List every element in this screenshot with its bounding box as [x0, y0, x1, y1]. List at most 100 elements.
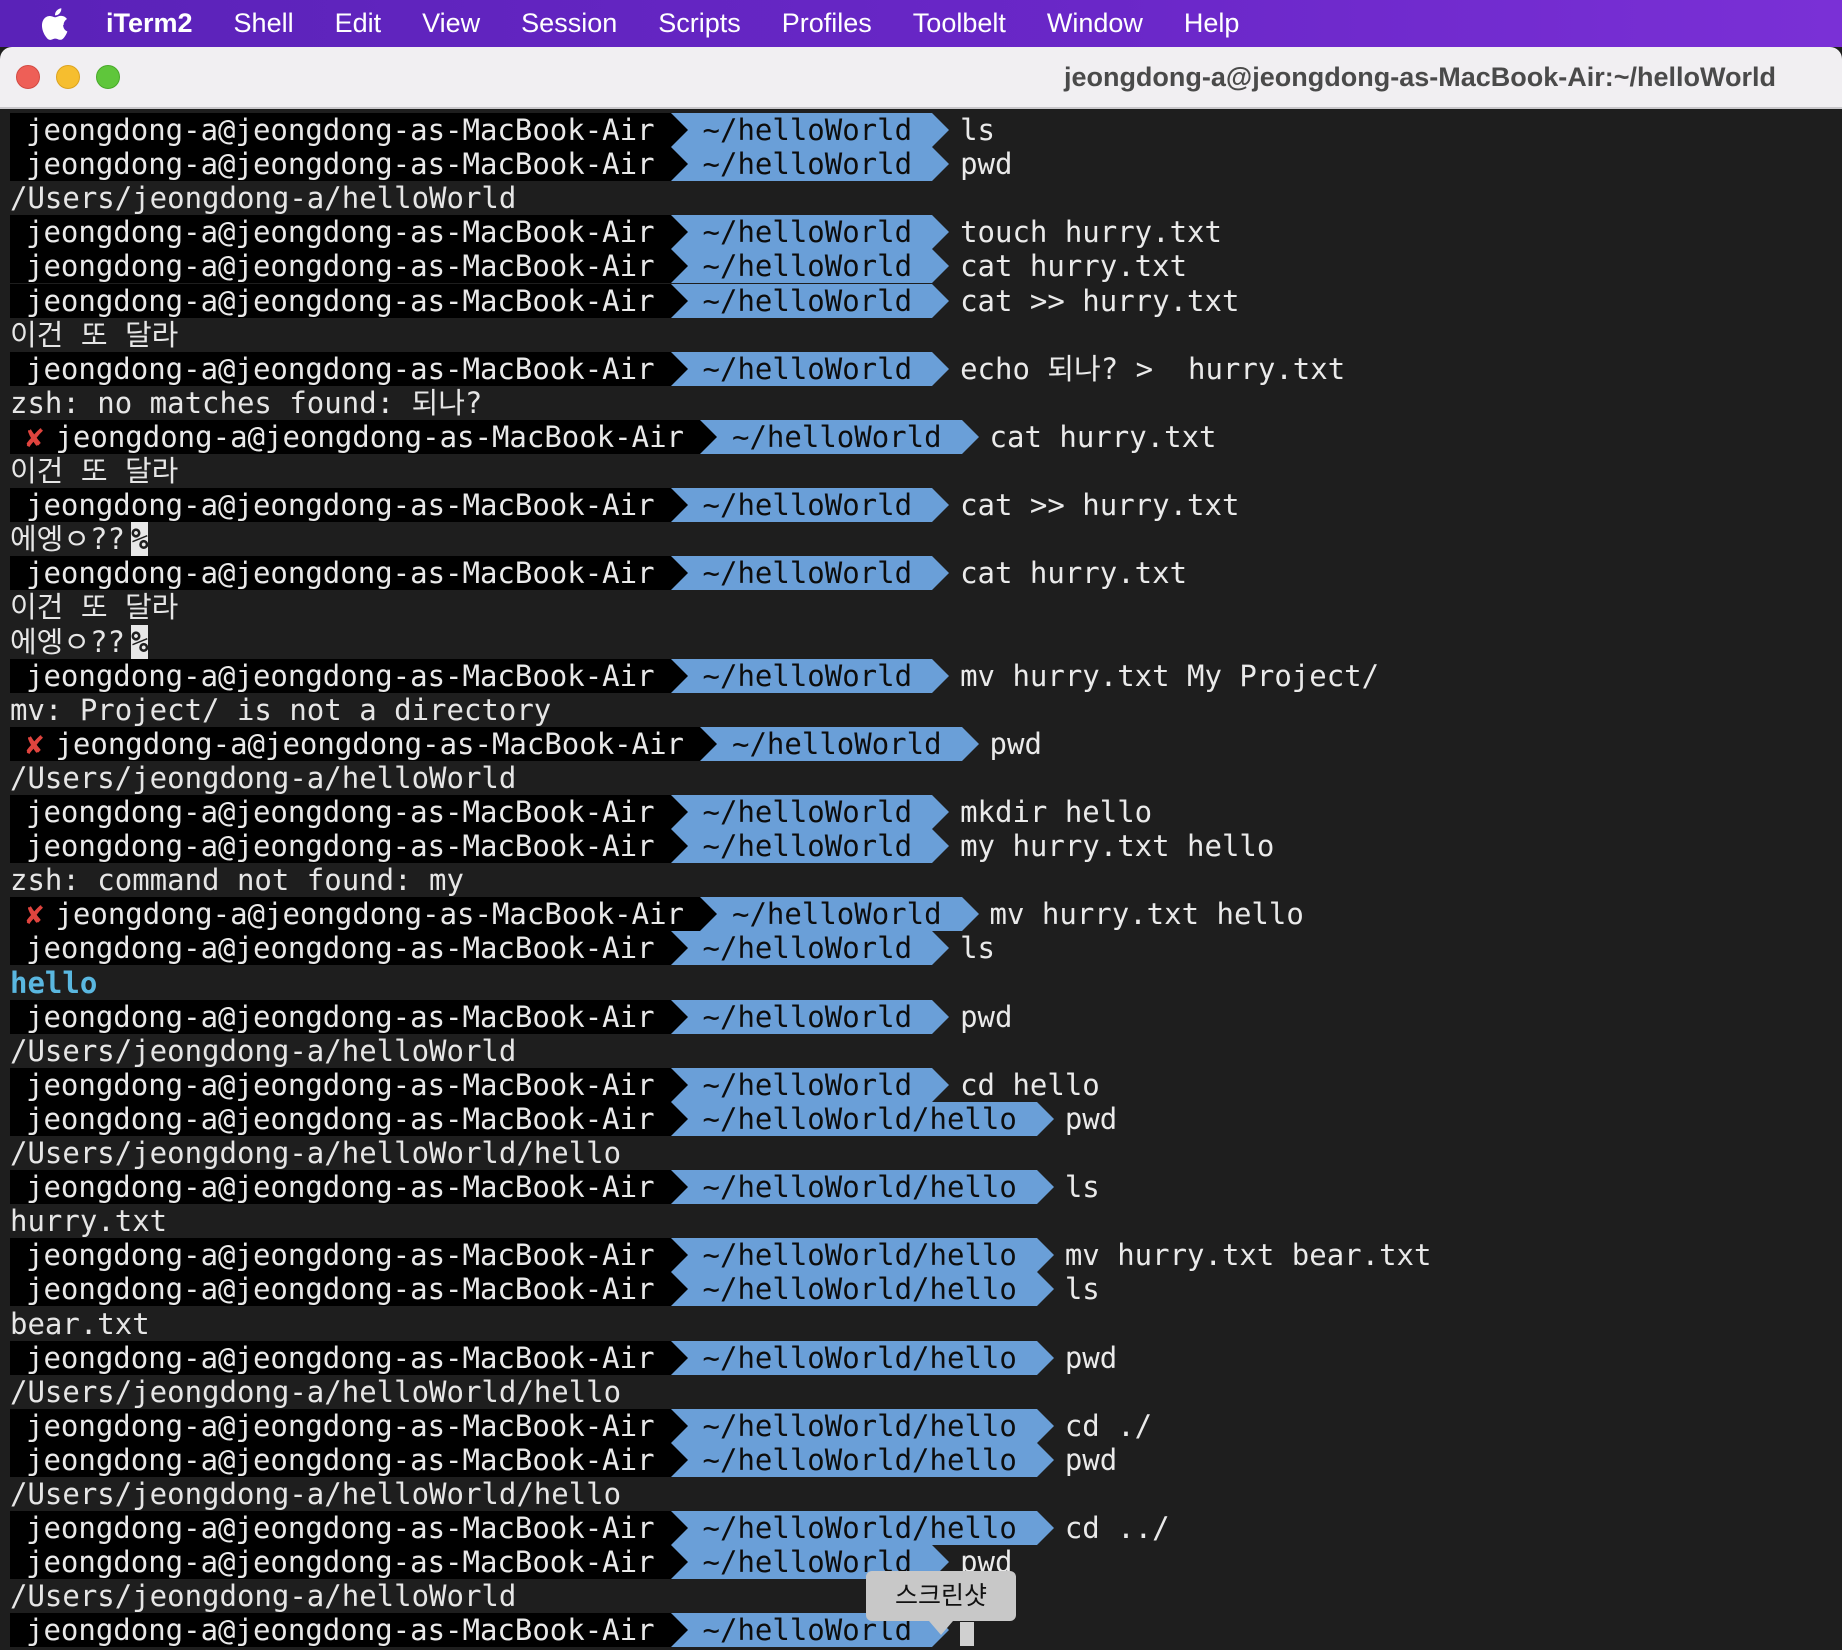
prompt-directory-segment: ~/helloWorld [670, 147, 949, 182]
prompt-line: jeongdong-a@jeongdong-as-MacBook-Air ~/he… [10, 1545, 1012, 1580]
prompt-directory-segment: ~/helloWorld/hello [670, 1511, 1055, 1546]
prompt-user-segment: jeongdong-a@jeongdong-as-MacBook-Air [10, 113, 671, 147]
prompt-line: ✘ jeongdong-a@jeongdong-as-MacBook-Air ~/h… [10, 419, 1217, 454]
prompt-user-segment: jeongdong-a@jeongdong-as-MacBook-Air [10, 1272, 671, 1307]
prompt-line: jeongdong-a@jeongdong-as-MacBook-Air ~/he… [10, 1067, 1100, 1102]
menu-view[interactable]: View [422, 8, 480, 39]
prompt-directory-segment: ~/helloWorld [700, 419, 979, 454]
menu-profiles[interactable]: Profiles [782, 8, 872, 39]
menu-shell[interactable]: Shell [234, 8, 294, 39]
title-bar[interactable]: jeongdong-a@jeongdong-as-MacBook-Air:~/h… [0, 47, 1842, 109]
command-text: ls [960, 113, 995, 147]
menu-scripts[interactable]: Scripts [658, 8, 741, 39]
prompt-user-segment: jeongdong-a@jeongdong-as-MacBook-Air [10, 147, 671, 182]
command-text: cd ./ [1064, 1408, 1153, 1443]
prompt-user-host: jeongdong-a@jeongdong-as-MacBook-Air [26, 1511, 655, 1546]
prompt-user-host: jeongdong-a@jeongdong-as-MacBook-Air [26, 795, 655, 829]
prompt-line: jeongdong-a@jeongdong-as-MacBook-Air ~/he… [10, 556, 1187, 591]
command-text: pwd [960, 147, 1013, 182]
prompt-user-segment: jeongdong-a@jeongdong-as-MacBook-Air [10, 351, 671, 386]
menu-session[interactable]: Session [521, 8, 617, 39]
output-text: /Users/jeongdong-a/helloWorld/hello [10, 1136, 622, 1170]
prompt-user-host: jeongdong-a@jeongdong-as-MacBook-Air [55, 726, 685, 761]
menu-toolbelt[interactable]: Toolbelt [913, 8, 1006, 39]
prompt-line: jeongdong-a@jeongdong-as-MacBook-Air ~/he… [10, 1272, 1100, 1307]
command-text: mkdir hello [960, 795, 1153, 829]
prompt-line: jeongdong-a@jeongdong-as-MacBook-Air ~/he… [10, 1170, 1100, 1205]
prompt-line: jeongdong-a@jeongdong-as-MacBook-Air ~/he… [10, 1442, 1117, 1477]
menu-help[interactable]: Help [1184, 8, 1240, 39]
prompt-directory-segment: ~/helloWorld [670, 249, 949, 284]
prompt-user-segment: jeongdong-a@jeongdong-as-MacBook-Air [10, 1408, 671, 1443]
prompt-user-segment: jeongdong-a@jeongdong-as-MacBook-Air [10, 488, 671, 523]
output-line: /Users/jeongdong-a/helloWorld [10, 181, 516, 215]
prompt-line: jeongdong-a@jeongdong-as-MacBook-Air ~/he… [10, 249, 1187, 284]
output-line: /Users/jeongdong-a/helloWorld/hello [10, 1375, 621, 1409]
prompt-directory-segment: ~/helloWorld [670, 658, 949, 693]
prompt-directory-segment: ~/helloWorld [670, 283, 949, 318]
output-text: 에엥ㅇ?? [10, 624, 125, 659]
prompt-line: jeongdong-a@jeongdong-as-MacBook-Air ~/he… [10, 1511, 1170, 1546]
no-newline-marker: % [130, 522, 149, 557]
prompt-user-segment: ✘ jeongdong-a@jeongdong-as-MacBook-Air [10, 419, 701, 454]
command-text: my hurry.txt hello [960, 829, 1275, 864]
output-text: /Users/jeongdong-a/helloWorld/hello [10, 1477, 622, 1511]
prompt-user-host: jeongdong-a@jeongdong-as-MacBook-Air [26, 1442, 655, 1477]
output-line: /Users/jeongdong-a/helloWorld/hello [10, 1477, 621, 1511]
prompt-user-segment: jeongdong-a@jeongdong-as-MacBook-Air [10, 1613, 671, 1648]
prompt-user-host: jeongdong-a@jeongdong-as-MacBook-Air [26, 1067, 655, 1102]
prompt-line: jeongdong-a@jeongdong-as-MacBook-Air ~/he… [10, 283, 1240, 318]
prompt-user-host: jeongdong-a@jeongdong-as-MacBook-Air [26, 829, 655, 864]
prompt-user-host: jeongdong-a@jeongdong-as-MacBook-Air [26, 1101, 655, 1136]
minimize-window-button[interactable] [56, 65, 80, 89]
prompt-user-host: jeongdong-a@jeongdong-as-MacBook-Air [26, 931, 655, 966]
prompt-line: jeongdong-a@jeongdong-as-MacBook-Air ~/he… [10, 999, 1013, 1034]
output-text: zsh: no matches found: 되나? [10, 385, 483, 420]
prompt-directory-segment: ~/helloWorld [700, 726, 979, 761]
directory-listing-item: hello [10, 965, 98, 1000]
output-line: 이건 또 달라 [10, 318, 178, 352]
error-status-icon: ✘ [26, 726, 44, 761]
output-text: /Users/jeongdong-a/helloWorld [10, 760, 517, 795]
prompt-user-host: jeongdong-a@jeongdong-as-MacBook-Air [26, 215, 655, 250]
prompt-directory-segment: ~/helloWorld/hello [670, 1340, 1055, 1375]
terminal-output[interactable]: jeongdong-a@jeongdong-as-MacBook-Air ~/he… [0, 110, 1842, 1650]
window-controls [16, 65, 136, 89]
prompt-user-segment: jeongdong-a@jeongdong-as-MacBook-Air [10, 215, 671, 250]
prompt-user-segment: jeongdong-a@jeongdong-as-MacBook-Air [10, 1170, 671, 1205]
command-text: pwd [960, 999, 1013, 1034]
output-text: mv: Project/ is not a directory [10, 692, 552, 727]
menu-window[interactable]: Window [1047, 8, 1143, 39]
menu-app-iterm2[interactable]: iTerm2 [106, 8, 193, 39]
tooltip-label: 스크린샷 [894, 1581, 987, 1610]
output-line: 이건 또 달라 [10, 590, 178, 624]
command-text: mv hurry.txt My Project/ [960, 658, 1380, 693]
prompt-line: jeongdong-a@jeongdong-as-MacBook-Air ~/he… [10, 795, 1152, 829]
prompt-user-host: jeongdong-a@jeongdong-as-MacBook-Air [26, 1170, 655, 1205]
zoom-window-button[interactable] [96, 65, 120, 89]
prompt-user-host: jeongdong-a@jeongdong-as-MacBook-Air [26, 113, 655, 147]
prompt-directory-segment: ~/helloWorld/hello [670, 1238, 1055, 1273]
prompt-line: jeongdong-a@jeongdong-as-MacBook-Air ~/he… [10, 1613, 975, 1648]
prompt-user-host: jeongdong-a@jeongdong-as-MacBook-Air [26, 283, 655, 318]
prompt-directory-segment: ~/helloWorld [670, 215, 949, 250]
output-text: zsh: command not found: my [10, 863, 464, 898]
prompt-line: jeongdong-a@jeongdong-as-MacBook-Air ~/he… [10, 147, 1013, 182]
prompt-user-segment: jeongdong-a@jeongdong-as-MacBook-Air [10, 1067, 671, 1102]
prompt-directory-segment: ~/helloWorld [670, 795, 949, 829]
prompt-user-segment: jeongdong-a@jeongdong-as-MacBook-Air [10, 999, 671, 1034]
apple-logo-icon[interactable] [38, 7, 72, 41]
prompt-user-segment: jeongdong-a@jeongdong-as-MacBook-Air [10, 1545, 671, 1580]
prompt-user-host: jeongdong-a@jeongdong-as-MacBook-Air [55, 897, 685, 932]
menu-edit[interactable]: Edit [335, 8, 382, 39]
command-text: cat >> hurry.txt [960, 283, 1240, 318]
prompt-directory-segment: ~/helloWorld/hello [670, 1442, 1055, 1477]
close-window-button[interactable] [16, 65, 40, 89]
prompt-line: jeongdong-a@jeongdong-as-MacBook-Air ~/he… [10, 1101, 1117, 1136]
prompt-line: jeongdong-a@jeongdong-as-MacBook-Air ~/he… [10, 215, 1222, 250]
prompt-directory-segment: ~/helloWorld [670, 931, 949, 966]
prompt-line: ✘ jeongdong-a@jeongdong-as-MacBook-Air ~/h… [10, 897, 1304, 932]
prompt-user-segment: jeongdong-a@jeongdong-as-MacBook-Air [10, 931, 671, 966]
prompt-user-segment: jeongdong-a@jeongdong-as-MacBook-Air [10, 1340, 671, 1375]
command-text: cat hurry.txt [989, 419, 1217, 454]
